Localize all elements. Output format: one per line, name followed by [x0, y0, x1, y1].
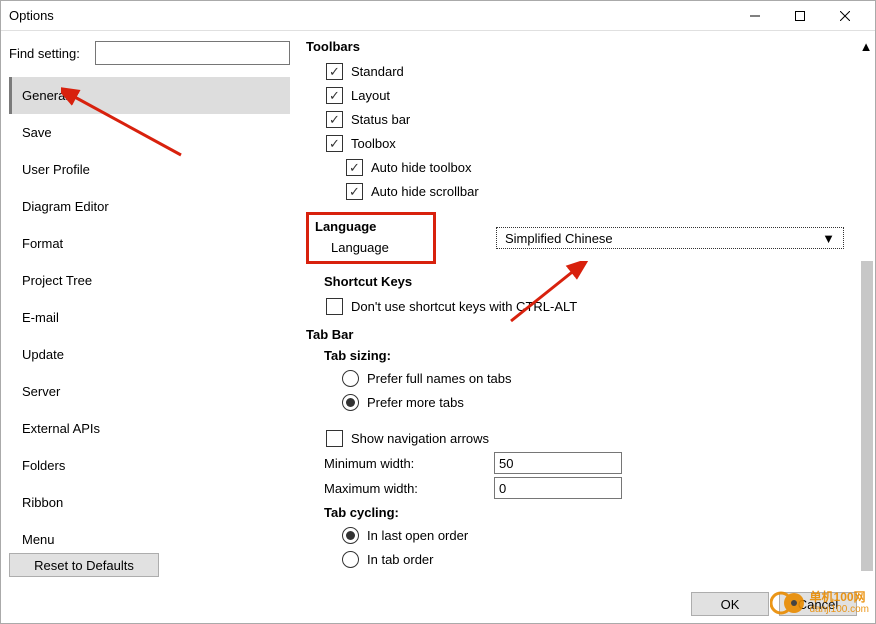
nav-external-apis[interactable]: External APIs — [9, 410, 290, 447]
chk-standard[interactable] — [326, 63, 343, 80]
reset-defaults-button[interactable]: Reset to Defaults — [9, 553, 159, 577]
language-title: Language — [315, 219, 427, 234]
toolbars-title: Toolbars — [306, 39, 855, 54]
chk-toolbox[interactable] — [326, 135, 343, 152]
find-input[interactable] — [95, 41, 290, 65]
min-width-input[interactable] — [494, 452, 622, 474]
scroll-up-icon[interactable]: ▲ — [859, 39, 873, 53]
chk-statusbar[interactable] — [326, 111, 343, 128]
close-button[interactable] — [822, 2, 867, 30]
radio-last-open-order[interactable] — [342, 527, 359, 544]
window-title: Options — [9, 8, 732, 23]
content-scrollbar[interactable] — [861, 261, 873, 571]
dialog-footer: OK Cancel — [1, 585, 875, 623]
nav-list: General Save User Profile Diagram Editor… — [9, 77, 290, 553]
chk-autohide-toolbox[interactable] — [346, 159, 363, 176]
nav-general[interactable]: General — [9, 77, 290, 114]
content-panel: ▲ Toolbars Standard Layout Status bar To… — [298, 31, 875, 585]
chk-layout[interactable] — [326, 87, 343, 104]
language-combo[interactable]: Simplified Chinese ▼ — [496, 227, 844, 249]
tabbar-section: Tab Bar Tab sizing: Prefer full names on… — [306, 327, 855, 570]
radio-full-names[interactable] — [342, 370, 359, 387]
nav-email[interactable]: E-mail — [9, 299, 290, 336]
ok-button[interactable]: OK — [691, 592, 769, 616]
nav-project-tree[interactable]: Project Tree — [9, 262, 290, 299]
chk-show-nav-arrows[interactable] — [326, 430, 343, 447]
radio-tab-order[interactable] — [342, 551, 359, 568]
max-width-input[interactable] — [494, 477, 622, 499]
language-highlight-box: Language Language — [306, 212, 436, 264]
chevron-down-icon: ▼ — [822, 231, 835, 246]
max-width-label: Maximum width: — [324, 481, 494, 496]
nav-format[interactable]: Format — [9, 225, 290, 262]
nav-save[interactable]: Save — [9, 114, 290, 151]
find-label: Find setting: — [9, 46, 89, 61]
maximize-button[interactable] — [777, 2, 822, 30]
minimize-button[interactable] — [732, 2, 777, 30]
tab-cycling-title: Tab cycling: — [324, 505, 855, 520]
shortcut-section: Shortcut Keys Don't use shortcut keys wi… — [306, 274, 855, 317]
toolbars-section: Toolbars Standard Layout Status bar Tool… — [306, 39, 855, 202]
nav-diagram-editor[interactable]: Diagram Editor — [9, 188, 290, 225]
radio-more-tabs[interactable] — [342, 394, 359, 411]
chk-autohide-scrollbar[interactable] — [346, 183, 363, 200]
cancel-button[interactable]: Cancel — [779, 592, 857, 616]
nav-user-profile[interactable]: User Profile — [9, 151, 290, 188]
shortcut-title: Shortcut Keys — [324, 274, 855, 289]
language-label: Language — [331, 240, 427, 255]
nav-menu[interactable]: Menu — [9, 521, 290, 553]
tab-sizing-title: Tab sizing: — [324, 348, 855, 363]
titlebar: Options — [1, 1, 875, 31]
chk-no-ctrl-alt[interactable] — [326, 298, 343, 315]
nav-update[interactable]: Update — [9, 336, 290, 373]
sidebar: Find setting: General Save User Profile … — [1, 31, 298, 585]
nav-server[interactable]: Server — [9, 373, 290, 410]
min-width-label: Minimum width: — [324, 456, 494, 471]
tabbar-title: Tab Bar — [306, 327, 855, 342]
nav-folders[interactable]: Folders — [9, 447, 290, 484]
language-section: Language Language Simplified Chinese ▼ — [306, 212, 855, 264]
nav-ribbon[interactable]: Ribbon — [9, 484, 290, 521]
